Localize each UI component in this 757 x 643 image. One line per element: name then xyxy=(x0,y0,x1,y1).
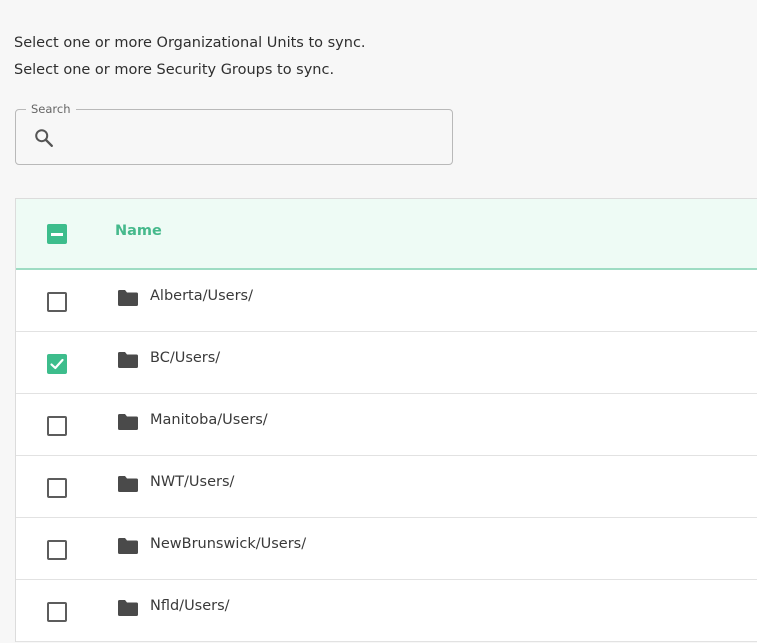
table-body: Alberta/Users/BC/Users/Manitoba/Users/NW… xyxy=(16,270,757,642)
table-row[interactable]: Alberta/Users/ xyxy=(16,270,757,332)
table-header: Name xyxy=(16,199,757,270)
row-checkbox[interactable] xyxy=(47,354,67,374)
search-input[interactable] xyxy=(66,118,440,158)
row-label: Nfld/Users/ xyxy=(150,598,230,614)
table-row[interactable]: NewBrunswick/Users/ xyxy=(16,518,757,580)
instruction-ou: Select one or more Organizational Units … xyxy=(14,35,366,51)
folder-icon xyxy=(117,475,139,493)
folder-icon xyxy=(117,351,139,369)
row-checkbox[interactable] xyxy=(47,602,67,622)
table-row[interactable]: Manitoba/Users/ xyxy=(16,394,757,456)
instructions: Select one or more Organizational Units … xyxy=(14,30,366,84)
row-checkbox[interactable] xyxy=(47,416,67,436)
select-all-checkbox[interactable] xyxy=(47,224,67,244)
search-label: Search xyxy=(26,101,76,117)
instruction-groups: Select one or more Security Groups to sy… xyxy=(14,62,335,78)
table-row[interactable]: BC/Users/ xyxy=(16,332,757,394)
column-header-name[interactable]: Name xyxy=(115,223,162,239)
row-label: NewBrunswick/Users/ xyxy=(150,536,307,552)
folder-icon xyxy=(117,289,139,307)
indeterminate-icon xyxy=(51,233,63,236)
row-checkbox[interactable] xyxy=(47,540,67,560)
row-checkbox[interactable] xyxy=(47,292,67,312)
search-icon xyxy=(33,127,55,149)
folder-icon xyxy=(117,537,139,555)
folder-icon xyxy=(117,599,139,617)
search-field[interactable]: Search xyxy=(15,101,453,165)
row-label: NWT/Users/ xyxy=(150,474,235,490)
row-label: Manitoba/Users/ xyxy=(150,412,268,428)
ou-table: Name Alberta/Users/BC/Users/Manitoba/Use… xyxy=(15,198,757,642)
check-icon xyxy=(50,358,64,370)
row-checkbox[interactable] xyxy=(47,478,67,498)
row-label: BC/Users/ xyxy=(150,350,221,366)
folder-icon xyxy=(117,413,139,431)
row-label: Alberta/Users/ xyxy=(150,288,253,304)
table-row[interactable]: Nfld/Users/ xyxy=(16,580,757,642)
table-row[interactable]: NWT/Users/ xyxy=(16,456,757,518)
